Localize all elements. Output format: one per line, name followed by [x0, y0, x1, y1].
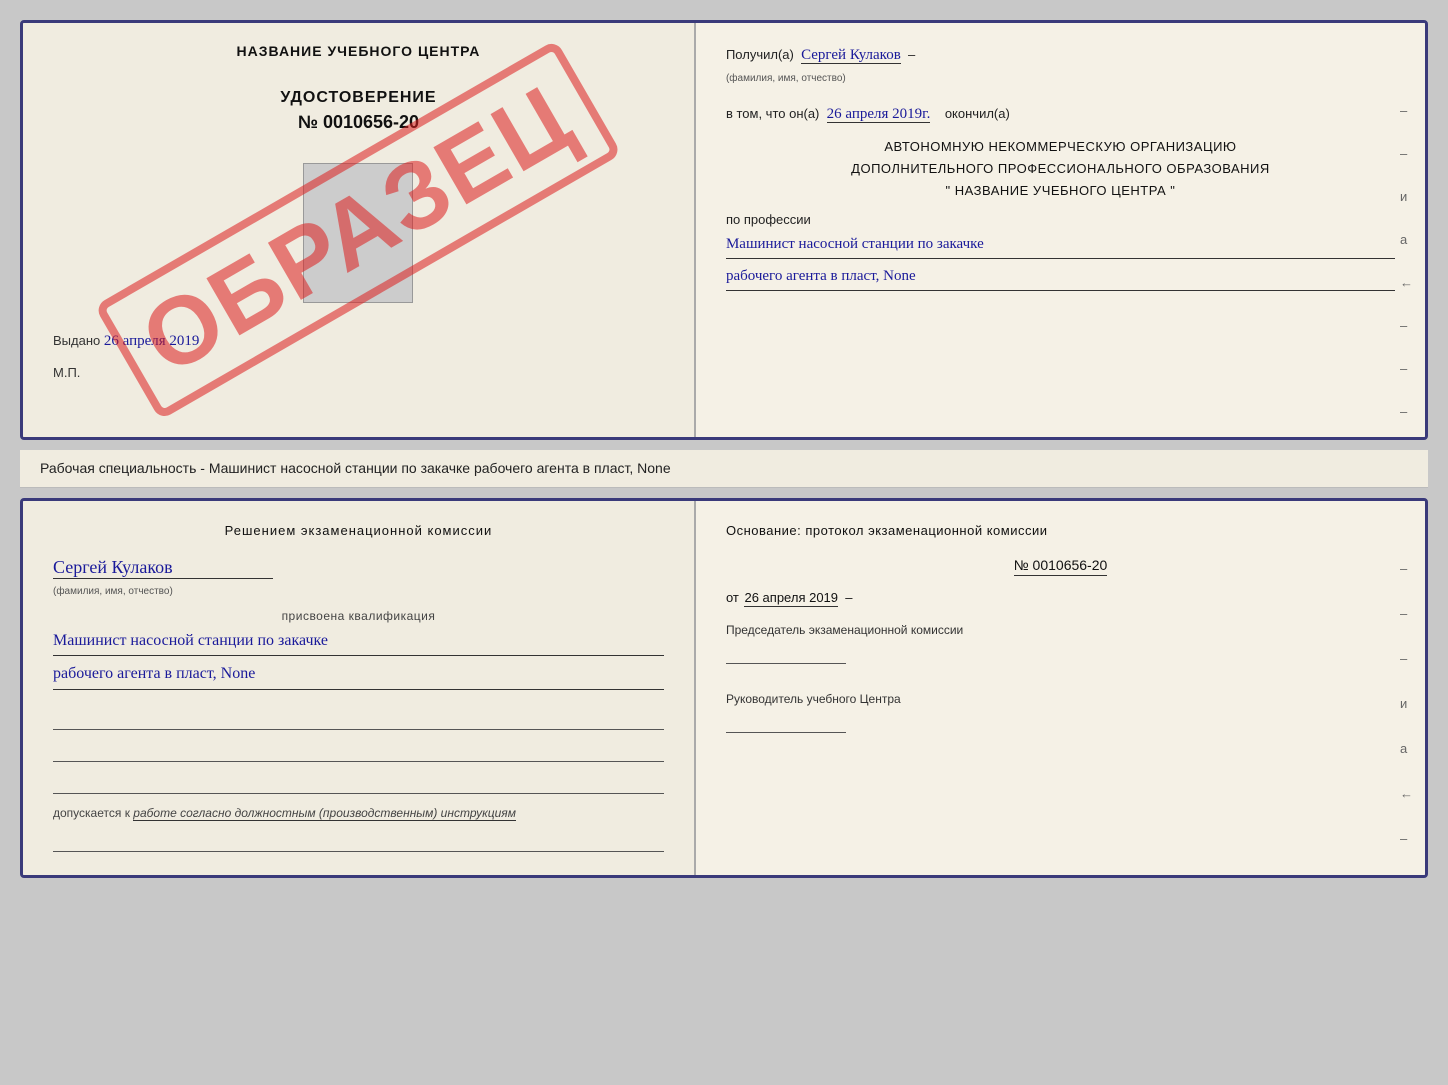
- right-dashes-bottom: – – – и а ← – – – –: [1400, 561, 1413, 878]
- assigned-label: присвоена квалификация: [53, 609, 664, 623]
- mp-label: М.П.: [53, 365, 80, 380]
- chairman-sig: [726, 646, 846, 664]
- bottom-doc-left: Решением экзаменационной комиссии Сергей…: [23, 501, 696, 875]
- date-value: 26 апреля 2019г.: [827, 106, 931, 123]
- cert-title: УДОСТОВЕРЕНИЕ: [280, 89, 436, 107]
- bottom-doc-right: Основание: протокол экзаменационной коми…: [696, 501, 1425, 875]
- finished-label: окончил(а): [945, 106, 1010, 121]
- sig-line-4: [53, 832, 664, 852]
- description-line: Рабочая специальность - Машинист насосно…: [20, 450, 1428, 488]
- chairman-label: Председатель экзаменационной комиссии: [726, 621, 1395, 640]
- person-name: Сергей Кулаков: [53, 557, 273, 579]
- person-name-block: Сергей Кулаков (фамилия, имя, отчество): [53, 557, 664, 599]
- head-block: Руководитель учебного Центра: [726, 690, 1395, 739]
- sig-line-1: [53, 710, 664, 730]
- cert-number: № 0010656-20: [298, 112, 419, 133]
- protocol-date: 26 апреля 2019: [744, 590, 838, 607]
- bottom-document: Решением экзаменационной комиссии Сергей…: [20, 498, 1428, 878]
- admitted-value: работе согласно должностным (производств…: [133, 806, 516, 821]
- admitted-label: допускается к: [53, 806, 130, 820]
- protocol-date-prefix: от: [726, 590, 739, 605]
- sig-line-3: [53, 774, 664, 794]
- top-doc-right: Получил(а) Сергей Кулаков – (фамилия, им…: [696, 23, 1425, 437]
- profession-line2: рабочего агента в пласт, None: [726, 263, 1395, 291]
- issued-line: Выдано 26 апреля 2019: [53, 333, 664, 350]
- signature-lines: [53, 710, 664, 794]
- org-block: АВТОНОМНУЮ НЕКОММЕРЧЕСКУЮ ОРГАНИЗАЦИЮ ДО…: [726, 136, 1395, 202]
- recipient-sublabel: (фамилия, имя, отчество): [726, 73, 846, 84]
- profession-line1: Машинист насосной станции по закачке: [726, 231, 1395, 259]
- right-dashes-top: – – и а ← – – –: [1400, 103, 1413, 419]
- qual-line1: Машинист насосной станции по закачке: [53, 627, 664, 657]
- top-document: НАЗВАНИЕ УЧЕБНОГО ЦЕНТРА УДОСТОВЕРЕНИЕ №…: [20, 20, 1428, 440]
- protocol-date-block: от 26 апреля 2019 –: [726, 590, 1395, 605]
- sig-line-2: [53, 742, 664, 762]
- org-line2: ДОПОЛНИТЕЛЬНОГО ПРОФЕССИОНАЛЬНОГО ОБРАЗО…: [726, 158, 1395, 180]
- dash-separator: –: [908, 47, 915, 62]
- head-sig: [726, 715, 846, 733]
- received-line: Получил(а) Сергей Кулаков – (фамилия, им…: [726, 43, 1395, 88]
- page-wrapper: НАЗВАНИЕ УЧЕБНОГО ЦЕНТРА УДОСТОВЕРЕНИЕ №…: [20, 20, 1428, 878]
- profession-label: по профессии: [726, 212, 1395, 227]
- date-line: в том, что он(а) 26 апреля 2019г. окончи…: [726, 102, 1395, 126]
- head-label: Руководитель учебного Центра: [726, 690, 1395, 709]
- protocol-number-block: № 0010656-20: [726, 557, 1395, 582]
- top-doc-left: НАЗВАНИЕ УЧЕБНОГО ЦЕНТРА УДОСТОВЕРЕНИЕ №…: [23, 23, 696, 437]
- chairman-block: Председатель экзаменационной комиссии: [726, 621, 1395, 670]
- org-name: " НАЗВАНИЕ УЧЕБНОГО ЦЕНТРА ": [726, 180, 1395, 202]
- org-line1: АВТОНОМНУЮ НЕКОММЕРЧЕСКУЮ ОРГАНИЗАЦИЮ: [726, 136, 1395, 158]
- admitted-block: допускается к работе согласно должностны…: [53, 804, 664, 822]
- basis-title: Основание: протокол экзаменационной коми…: [726, 521, 1395, 541]
- issued-label: Выдано: [53, 333, 100, 348]
- top-center-title: НАЗВАНИЕ УЧЕБНОГО ЦЕНТРА: [237, 43, 481, 59]
- recipient-name: Сергей Кулаков: [801, 47, 901, 64]
- photo-placeholder: [303, 163, 413, 303]
- issued-date: 26 апреля 2019: [104, 333, 200, 349]
- person-sublabel: (фамилия, имя, отчество): [53, 586, 173, 597]
- received-label: Получил(а): [726, 47, 794, 62]
- protocol-number: № 0010656-20: [1014, 557, 1108, 576]
- commission-title: Решением экзаменационной комиссии: [53, 521, 664, 541]
- date-label: в том, что он(а): [726, 106, 819, 121]
- qual-line2: рабочего агента в пласт, None: [53, 660, 664, 690]
